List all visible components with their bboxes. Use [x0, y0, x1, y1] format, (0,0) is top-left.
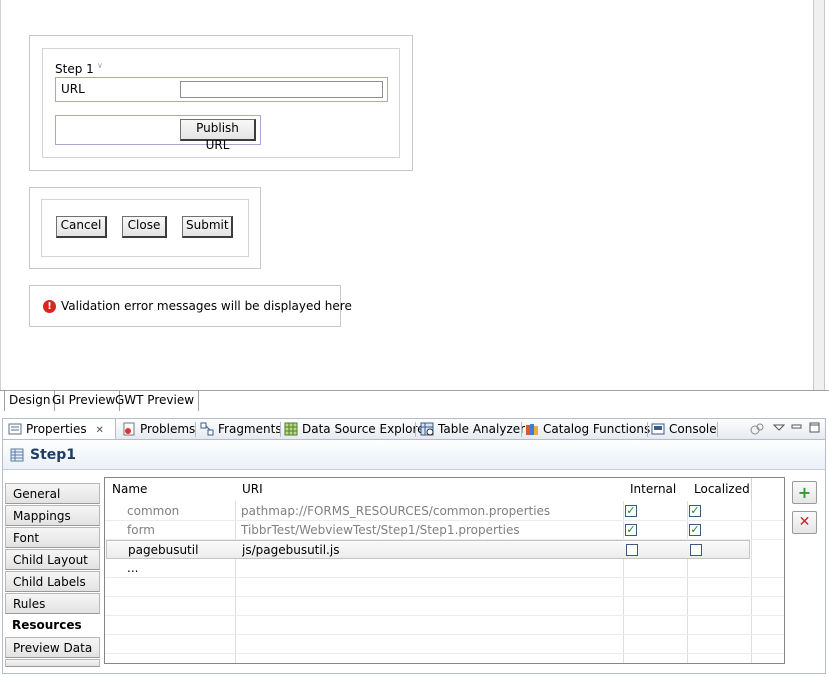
buttons-section-frame: Cancel Close Submit [29, 187, 261, 269]
side-tab-overflow [5, 659, 100, 667]
row-uri: js/pagebusutil.js [242, 543, 340, 557]
validation-message: Validation error messages will be displa… [61, 299, 352, 313]
row-name: common [127, 504, 180, 518]
internal-checkbox[interactable] [626, 544, 638, 556]
tab-separator [647, 422, 648, 437]
side-tab-child-labels[interactable]: Child Labels [5, 571, 100, 592]
side-tab-child-layout[interactable]: Child Layout [5, 549, 100, 570]
tab-separator [195, 422, 196, 437]
table-row[interactable]: ... [105, 559, 784, 578]
tab-gi-preview[interactable]: GI Preview [48, 391, 121, 411]
chevron-down-icon[interactable]: ∨ [97, 61, 103, 70]
design-vertical-scrollbar[interactable] [813, 0, 825, 391]
problems-icon [122, 422, 136, 436]
step-label: Step 1 [55, 62, 94, 76]
error-icon: ! [43, 300, 56, 313]
table-icon [10, 448, 24, 465]
tab-catalog-functions-label: Catalog Functions [543, 422, 651, 436]
buttons-panel: Cancel Close Submit [41, 199, 249, 257]
tab-separator [717, 422, 718, 437]
internal-checkbox[interactable]: ✓ [625, 524, 637, 536]
tab-data-source-explorer[interactable]: Data Source Explorer [284, 419, 429, 439]
fragments-icon [200, 422, 214, 436]
views-tab-bar: Properties ✕ Problems Fragments Data Sou… [2, 418, 826, 440]
tab-data-source-explorer-label: Data Source Explorer [302, 422, 430, 436]
close-button[interactable]: Close [122, 216, 167, 238]
row-name: pagebusutil [128, 543, 199, 557]
catalog-icon [525, 422, 539, 436]
url-input[interactable] [180, 81, 383, 98]
tab-properties-label: Properties [26, 422, 87, 436]
tab-catalog-functions[interactable]: Catalog Functions [525, 419, 650, 439]
properties-icon [8, 422, 22, 436]
step-section-frame: Step 1 ∨ URL Publish URL [29, 35, 413, 171]
side-tab-preview-data[interactable]: Preview Data [5, 637, 100, 658]
resources-table: Name URI Internal Localized common pathm… [104, 477, 785, 664]
header-internal[interactable]: Internal [623, 478, 688, 501]
remove-resource-button[interactable]: ✕ [792, 511, 817, 534]
localized-checkbox[interactable]: ✓ [689, 505, 701, 517]
console-icon [651, 422, 665, 436]
table-row-empty [105, 578, 784, 597]
properties-view: Step1 General Mappings Font Child Layout… [2, 440, 826, 674]
tab-console[interactable]: Console [651, 419, 717, 439]
tab-separator [521, 422, 522, 437]
header-name[interactable]: Name [105, 478, 236, 501]
tab-fragments[interactable]: Fragments [200, 419, 282, 439]
validation-panel: ! Validation error messages will be disp… [29, 285, 352, 327]
properties-header: Step1 [3, 440, 825, 470]
url-row: URL [55, 77, 388, 102]
row-name: ... [127, 561, 139, 575]
row-uri: TibbrTest/WebviewTest/Step1/Step1.proper… [241, 523, 520, 537]
table-row-empty [105, 597, 784, 616]
maximize-icon[interactable] [809, 421, 821, 438]
side-tab-resources[interactable]: Resources [5, 615, 100, 636]
properties-title: Step1 [30, 447, 77, 463]
url-label: URL [61, 82, 85, 96]
submit-button[interactable]: Submit [182, 216, 233, 238]
table-row-empty [105, 635, 784, 654]
side-tab-font[interactable]: Font [5, 527, 100, 548]
row-name: form [127, 523, 155, 537]
tab-separator [415, 422, 416, 437]
tab-table-analyzer-label: Table Analyzer [438, 422, 526, 436]
view-menu-icon[interactable] [772, 421, 786, 438]
side-tab-mappings[interactable]: Mappings [5, 505, 100, 526]
row-uri: pathmap://FORMS_RESOURCES/common.propert… [241, 504, 551, 518]
publish-url-button[interactable]: Publish URL [180, 119, 256, 152]
editor-tab-bar: Design GI Preview GWT Preview [0, 390, 829, 411]
tab-problems[interactable]: Problems [122, 419, 195, 439]
tab-separator [280, 422, 281, 437]
table-row[interactable]: common pathmap://FORMS_RESOURCES/common.… [105, 502, 784, 521]
side-tab-rules[interactable]: Rules [5, 593, 100, 614]
table-row[interactable]: form TibbrTest/WebviewTest/Step1/Step1.p… [105, 521, 784, 540]
header-localized[interactable]: Localized [687, 478, 752, 501]
cancel-button[interactable]: Cancel [56, 216, 107, 238]
tab-properties[interactable]: Properties ✕ [3, 419, 116, 439]
side-tab-general[interactable]: General [5, 483, 100, 504]
close-icon[interactable]: ✕ [95, 425, 103, 436]
table-analyzer-icon [420, 422, 434, 436]
step-panel[interactable]: Step 1 ∨ URL Publish URL [42, 48, 400, 158]
tab-fragments-label: Fragments [218, 422, 282, 436]
tab-console-label: Console [669, 422, 717, 436]
tab-problems-label: Problems [140, 422, 196, 436]
table-row-selected[interactable]: pagebusutil js/pagebusutil.js [106, 540, 750, 559]
minimize-icon[interactable] [791, 421, 803, 438]
tab-table-analyzer[interactable]: Table Analyzer [420, 419, 525, 439]
tab-gwt-preview[interactable]: GWT Preview [111, 391, 200, 411]
internal-checkbox[interactable]: ✓ [625, 505, 637, 517]
pin-view-icon[interactable] [749, 421, 765, 440]
design-canvas: Step 1 ∨ URL Publish URL Cancel Close Su… [0, 0, 829, 391]
header-uri[interactable]: URI [235, 478, 624, 501]
table-row-empty [105, 616, 784, 635]
localized-checkbox[interactable]: ✓ [689, 524, 701, 536]
publish-row: Publish URL [55, 115, 261, 152]
add-resource-button[interactable]: + [792, 481, 817, 504]
data-source-icon [284, 422, 298, 436]
localized-checkbox[interactable] [690, 544, 702, 556]
